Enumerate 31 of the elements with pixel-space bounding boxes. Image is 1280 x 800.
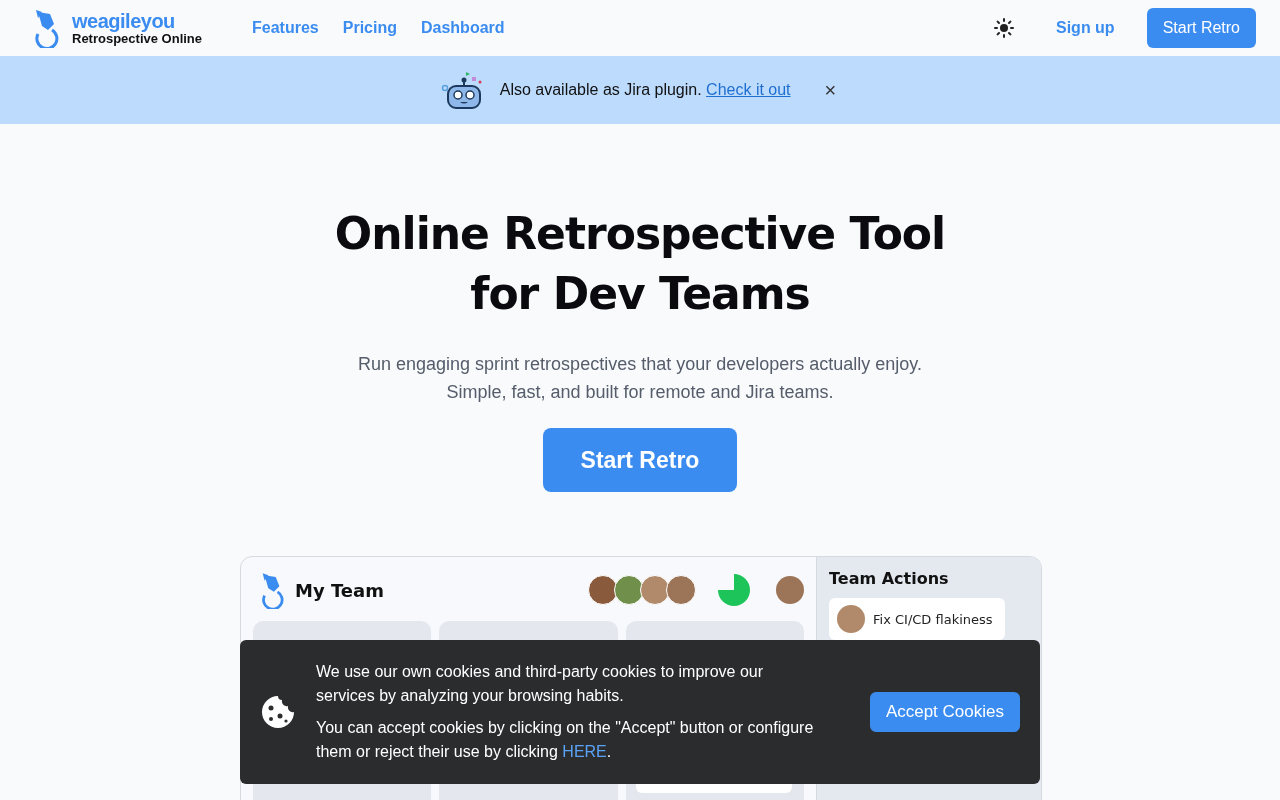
theme-toggle-icon[interactable] — [994, 18, 1014, 38]
cookie-text: We use our own cookies and third-party cookies to improve our services by analyzing your browsing habits. — [316, 662, 765, 706]
hero-title: Online Retrospective Tool for Dev Teams — [334, 207, 946, 321]
cookie-icon — [260, 694, 296, 730]
close-button[interactable]: × — [820, 78, 841, 102]
nav-link[interactable]: Dashboard — [421, 19, 505, 37]
brand-name[interactable]: weagileyou — [72, 10, 203, 32]
cookie-text: You can accept cookies by clicking on the "Accept" button or configure them or reject their use by clicking HERE. — [316, 718, 815, 762]
banner-text: Also available as Jira plugin. Check it out — [499, 81, 791, 99]
action-text: Fix CI/CD flakiness — [873, 611, 993, 627]
start-retro-button[interactable]: Start Retro — [1146, 8, 1256, 48]
avatar — [837, 605, 865, 633]
timer-pie-icon — [718, 574, 750, 606]
avatar — [614, 575, 644, 605]
here-link[interactable]: HERE — [562, 743, 607, 760]
avatar — [588, 575, 618, 605]
avatar — [776, 576, 804, 604]
team-actions-title: Team Actions — [829, 569, 950, 588]
nav-link[interactable]: Features — [252, 19, 319, 37]
hero-subtitle: Run engaging sprint retrospectives that your developers actually enjoy. Simple, fast, and built for remote and Jira teams. — [358, 353, 922, 404]
avatar — [666, 575, 696, 605]
team-name: My Team — [295, 579, 384, 601]
check-it-out-link[interactable]: Check it out — [706, 81, 791, 98]
avatar — [640, 575, 670, 605]
sign-up-link[interactable]: Sign up — [1056, 19, 1115, 37]
accept-cookies-button[interactable]: Accept Cookies — [869, 692, 1020, 732]
rocket-logo-icon — [32, 8, 60, 48]
brand-tagline: Retrospective Online — [72, 31, 203, 46]
start-retro-button[interactable]: Start Retro — [543, 428, 737, 492]
rocket-logo-icon — [259, 571, 285, 609]
nav-link[interactable]: Pricing — [342, 19, 397, 37]
